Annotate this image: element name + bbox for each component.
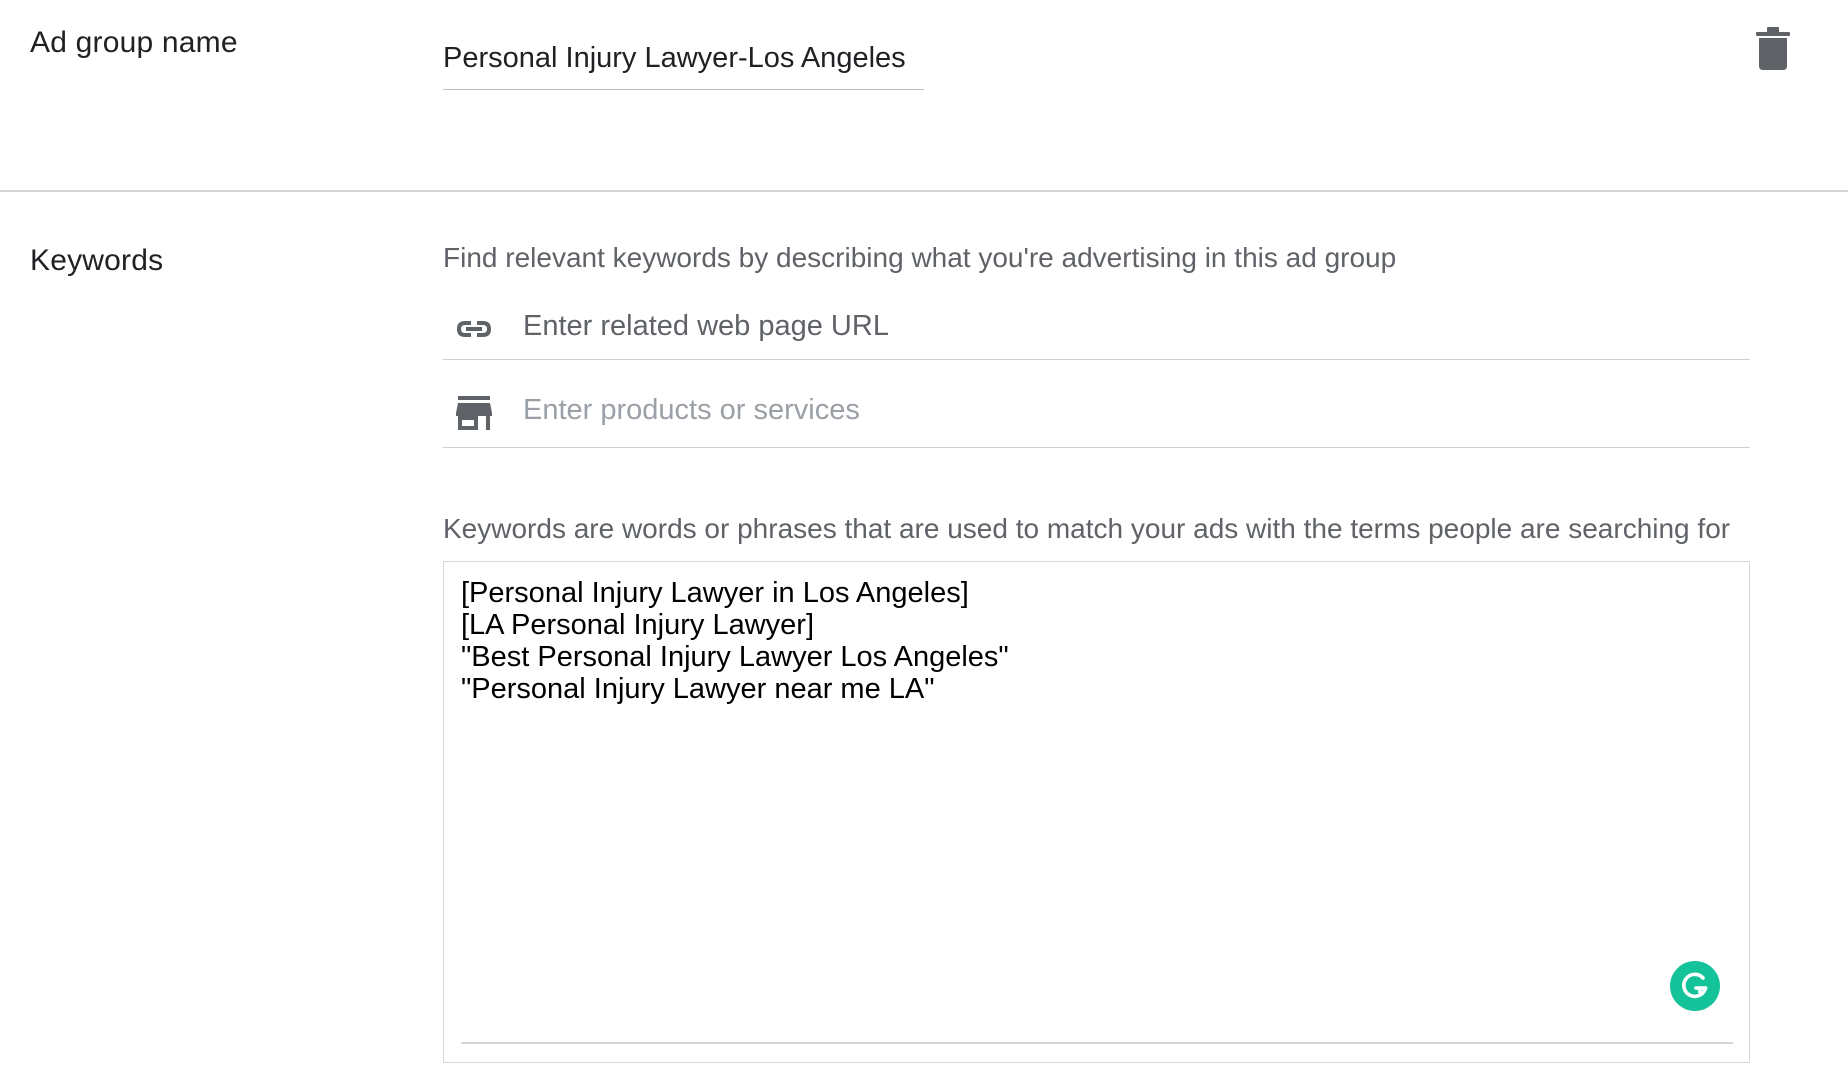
find-keywords-helper: Find relevant keywords by describing wha… (443, 242, 1397, 273)
section-divider (0, 190, 1848, 192)
delete-ad-group-button[interactable] (1756, 26, 1790, 70)
ad-group-editor: Ad group name Personal Injury Lawyer-Los… (0, 0, 1848, 1078)
grammarly-icon[interactable] (1678, 969, 1712, 1003)
products-services-placeholder[interactable]: Enter products or services (523, 394, 860, 427)
keywords-list[interactable]: [Personal Injury Lawyer in Los Angeles] … (461, 577, 1009, 705)
trash-icon[interactable] (1756, 26, 1790, 70)
products-services-field[interactable]: Enter products or services (443, 372, 1750, 448)
link-icon (453, 308, 495, 350)
keyword-entry[interactable]: "Best Personal Injury Lawyer Los Angeles… (461, 641, 1009, 673)
related-url-field[interactable]: Enter related web page URL (443, 286, 1750, 360)
keyword-entry[interactable]: [LA Personal Injury Lawyer] (461, 609, 1009, 641)
ad-group-name-input[interactable]: Personal Injury Lawyer-Los Angeles (443, 30, 924, 90)
keyword-entry[interactable]: [Personal Injury Lawyer in Los Angeles] (461, 577, 1009, 609)
store-icon (453, 392, 495, 434)
related-url-placeholder[interactable]: Enter related web page URL (523, 310, 889, 343)
textarea-underline (461, 1042, 1733, 1044)
keywords-match-helper: Keywords are words or phrases that are u… (443, 513, 1731, 544)
keywords-textarea[interactable]: [Personal Injury Lawyer in Los Angeles] … (443, 561, 1750, 1063)
ad-group-name-value[interactable]: Personal Injury Lawyer-Los Angeles (443, 42, 906, 75)
grammarly-button[interactable] (1670, 961, 1720, 1011)
ad-group-name-label: Ad group name (30, 26, 238, 59)
keywords-label: Keywords (30, 244, 164, 277)
keyword-entry[interactable]: "Personal Injury Lawyer near me LA" (461, 673, 1009, 705)
